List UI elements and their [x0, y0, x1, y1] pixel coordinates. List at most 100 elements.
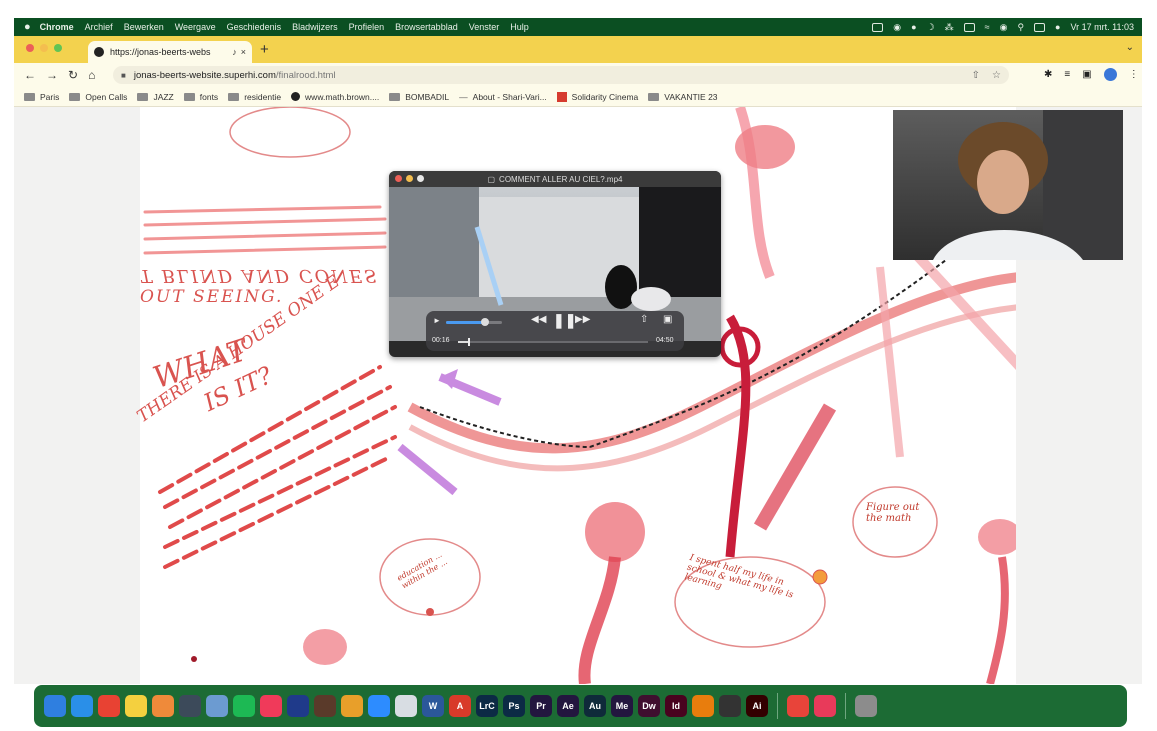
capo-icon[interactable] — [314, 695, 336, 717]
battery-icon[interactable] — [963, 22, 975, 32]
media-encoder-icon[interactable]: Me — [611, 695, 633, 717]
davinci-icon[interactable] — [719, 695, 741, 717]
video-controls[interactable]: ► ◀◀ ❚❚ ▶▶ ⇧ ▣ 00:16 04:50 — [426, 311, 684, 351]
premiere-icon[interactable]: Pr — [530, 695, 552, 717]
bluetooth-icon[interactable]: ⁂ — [945, 22, 954, 33]
chrome-icon[interactable] — [98, 695, 120, 717]
menu-item[interactable]: Weergave — [175, 22, 216, 32]
wifi-icon[interactable]: ≈ — [985, 22, 990, 32]
bookmark-folder[interactable]: fonts — [183, 92, 218, 102]
reading-list-icon[interactable]: ≡ — [1064, 69, 1070, 80]
home-icon[interactable]: ⌂ — [88, 68, 95, 82]
menu-item[interactable]: Bewerken — [124, 22, 164, 32]
extension-status-icon[interactable]: ● — [911, 22, 916, 32]
video-minimize-button[interactable] — [406, 175, 413, 182]
bookmark-link[interactable]: — About - Shari-Vari... — [459, 92, 547, 102]
quicktime-icon[interactable] — [179, 695, 201, 717]
scrubber-handle[interactable] — [468, 338, 471, 346]
bookmark-link[interactable]: www.math.brown.... — [291, 92, 379, 102]
photos-icon[interactable] — [152, 695, 174, 717]
window-close-button[interactable] — [26, 44, 34, 52]
menu-item[interactable]: Archief — [85, 22, 113, 32]
readdle-icon[interactable] — [287, 695, 309, 717]
bookmark-folder[interactable]: JAZZ — [137, 92, 174, 102]
extensions-puzzle-icon[interactable]: ✱ — [1044, 69, 1052, 80]
lock-icon[interactable]: ■ — [121, 71, 126, 80]
bookmark-folder[interactable]: Open Calls — [69, 92, 127, 102]
volume-slider[interactable] — [446, 318, 502, 326]
preview-red-icon[interactable] — [787, 695, 809, 717]
display-icon[interactable] — [872, 22, 884, 32]
preview-icon[interactable] — [206, 695, 228, 717]
spotify-icon[interactable] — [233, 695, 255, 717]
menu-item[interactable]: Browsertabblad — [395, 22, 458, 32]
audition-icon[interactable]: Au — [584, 695, 606, 717]
menu-app-name[interactable]: Chrome — [40, 22, 74, 32]
quicktime-player-window[interactable]: ▢ COMMENT ALLER AU CIEL?.mp4 ► ◀◀ ❚❚ ▶▶ … — [389, 171, 721, 357]
window-minimize-button[interactable] — [40, 44, 48, 52]
bookmark-folder[interactable]: VAKANTIE 23 — [648, 92, 718, 102]
menubar-clock[interactable]: Vr 17 mrt. 11:03 — [1070, 22, 1134, 32]
video-title-bar[interactable]: ▢ COMMENT ALLER AU CIEL?.mp4 — [389, 171, 721, 187]
menu-item[interactable]: Geschiedenis — [227, 22, 282, 32]
finder-icon[interactable] — [44, 695, 66, 717]
address-bar[interactable]: ■ jonas-beerts-website.superhi.com/final… — [113, 66, 1009, 84]
picture-in-picture-icon[interactable]: ▣ — [663, 314, 672, 325]
garageband-icon[interactable] — [341, 695, 363, 717]
record-icon[interactable]: ◉ — [893, 22, 901, 33]
music-icon[interactable] — [260, 695, 282, 717]
tab-speaker-icon[interactable]: ♪ — [232, 47, 237, 57]
bookmark-folder[interactable]: residentie — [228, 92, 281, 102]
dreamweaver-icon[interactable]: Dw — [638, 695, 660, 717]
photoshop-icon[interactable]: Ps — [503, 695, 525, 717]
screen-time-icon[interactable]: ◉ — [1000, 22, 1008, 33]
bookmark-star-icon[interactable]: ☆ — [992, 70, 1001, 81]
apple-menu-icon[interactable]: ● — [24, 21, 31, 33]
video-close-button[interactable] — [395, 175, 402, 182]
video-zoom-button[interactable] — [417, 175, 424, 182]
acrobat-icon[interactable]: A — [449, 695, 471, 717]
bookmark-folder[interactable]: Paris — [24, 92, 59, 102]
bookmark-folder[interactable]: BOMBADIL — [389, 92, 449, 102]
indesign-icon[interactable]: Id — [665, 695, 687, 717]
scrubber-track[interactable] — [458, 338, 648, 346]
trash-icon[interactable] — [855, 695, 877, 717]
illustrator-icon[interactable]: Ai — [746, 695, 768, 717]
lightroom-classic-icon[interactable]: LrC — [476, 695, 498, 717]
spotlight-search-icon[interactable]: ⚲ — [1017, 22, 1024, 33]
notes-icon[interactable] — [125, 695, 147, 717]
menu-item[interactable]: Hulp — [510, 22, 529, 32]
blank-app-icon[interactable] — [395, 695, 417, 717]
back-arrow-icon[interactable]: ← — [24, 68, 36, 82]
siri-icon[interactable]: ● — [1055, 22, 1060, 32]
safari-icon[interactable] — [71, 695, 93, 717]
side-panel-icon[interactable]: ▣ — [1082, 69, 1091, 80]
forward-arrow-icon[interactable]: → — [46, 68, 58, 82]
share-icon[interactable]: ⇧ — [640, 314, 648, 325]
window-zoom-button[interactable] — [54, 44, 62, 52]
tab-search-chevron-icon[interactable]: ⌄ — [1126, 42, 1134, 53]
pause-icon[interactable]: ❚❚ — [553, 312, 576, 329]
word-icon[interactable]: W — [422, 695, 444, 717]
fast-forward-icon[interactable]: ▶▶ — [575, 314, 590, 325]
browser-tab-active[interactable]: https://jonas-beerts-webs ♪ × — [88, 41, 252, 63]
moon-icon[interactable]: ☽ — [927, 22, 935, 33]
blender-icon[interactable] — [692, 695, 714, 717]
volume-icon[interactable]: ► — [433, 316, 441, 325]
chrome-menu-icon[interactable]: ⋮ — [1129, 69, 1139, 80]
rewind-icon[interactable]: ◀◀ — [531, 314, 546, 325]
zoom-icon[interactable] — [368, 695, 390, 717]
bookmark-link[interactable]: Solidarity Cinema — [556, 91, 638, 102]
creative-cloud-icon[interactable] — [814, 695, 836, 717]
menu-item[interactable]: Venster — [469, 22, 500, 32]
tab-close-button[interactable]: × — [241, 47, 246, 57]
control-center-icon[interactable] — [1034, 22, 1046, 32]
reload-icon[interactable]: ↻ — [68, 68, 78, 82]
volume-knob[interactable] — [481, 318, 490, 326]
menu-item[interactable]: Profielen — [349, 22, 385, 32]
menu-item[interactable]: Bladwijzers — [292, 22, 338, 32]
after-effects-icon[interactable]: Ae — [557, 695, 579, 717]
profile-avatar[interactable] — [1103, 68, 1117, 81]
share-icon[interactable]: ⇧ — [972, 70, 980, 81]
new-tab-button[interactable]: + — [260, 41, 269, 58]
